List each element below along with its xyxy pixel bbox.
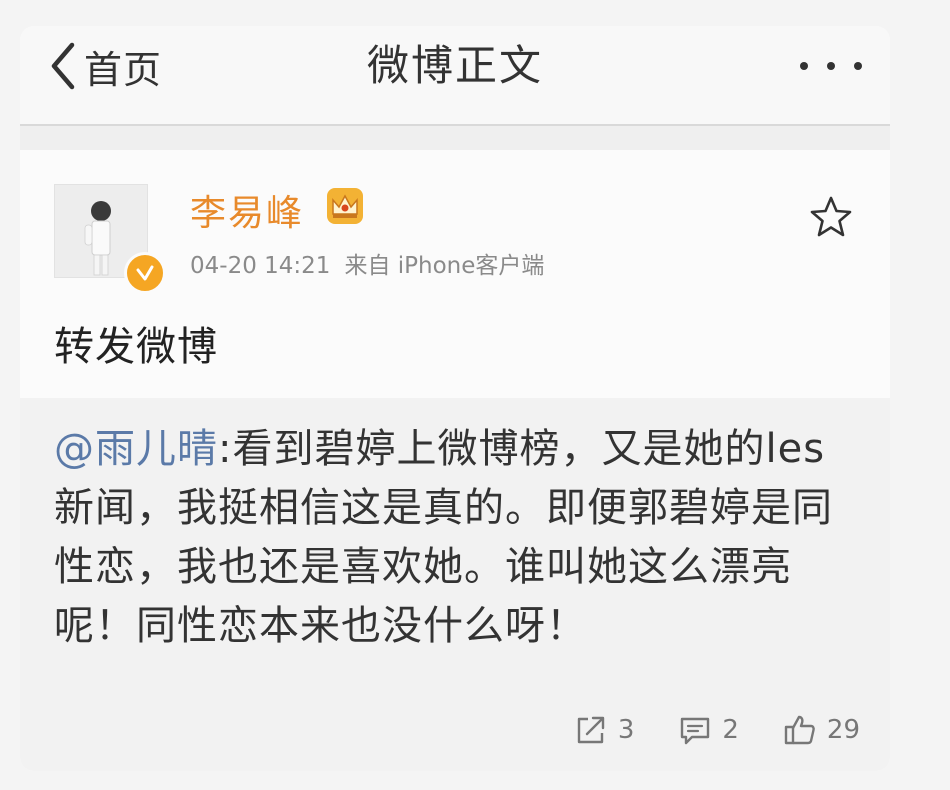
section-separator bbox=[20, 126, 890, 150]
verified-icon bbox=[124, 252, 166, 294]
more-icon-dot bbox=[827, 62, 835, 70]
post-card: 李易峰 04-20 14:21 来自 iPhone客户端 转发微博 @雨儿晴:看到… bbox=[20, 150, 890, 771]
share-count: 3 bbox=[617, 715, 635, 745]
share-button[interactable]: 3 bbox=[574, 713, 635, 747]
post-source: 来自 iPhone客户端 bbox=[344, 253, 545, 279]
star-icon[interactable] bbox=[808, 194, 854, 240]
navigation-bar: 首页 微博正文 bbox=[20, 26, 890, 126]
repost-actions: 3 2 29 bbox=[530, 710, 860, 750]
comment-icon bbox=[678, 713, 712, 747]
like-button[interactable]: 29 bbox=[783, 713, 860, 747]
author-name[interactable]: 李易峰 bbox=[190, 184, 304, 236]
like-count: 29 bbox=[826, 715, 860, 745]
post-time: 04-20 14:21 bbox=[190, 253, 331, 279]
comment-button[interactable]: 2 bbox=[678, 713, 739, 747]
post-text: 转发微博 bbox=[54, 324, 218, 370]
repost-card[interactable]: @雨儿晴:看到碧婷上微博榜，又是她的les新闻，我挺相信这是真的。即便郭碧婷是同… bbox=[20, 398, 890, 771]
crown-icon bbox=[325, 186, 365, 226]
more-button[interactable] bbox=[800, 54, 862, 78]
post-meta: 04-20 14:21 来自 iPhone客户端 bbox=[190, 246, 544, 280]
weibo-window: 首页 微博正文 李易峰 04-20 14:21 来自 iPhone客户端 转发微… bbox=[20, 26, 890, 771]
more-icon-dot bbox=[800, 62, 808, 70]
repost-text: @雨儿晴:看到碧婷上微博榜，又是她的les新闻，我挺相信这是真的。即便郭碧婷是同… bbox=[54, 420, 864, 656]
share-icon bbox=[574, 713, 608, 747]
more-icon-dot bbox=[854, 62, 862, 70]
thumbs-up-icon bbox=[783, 713, 817, 747]
mention-link[interactable]: @雨儿晴 bbox=[54, 426, 218, 472]
comment-count: 2 bbox=[722, 715, 739, 745]
page-title: 微博正文 bbox=[366, 41, 543, 90]
